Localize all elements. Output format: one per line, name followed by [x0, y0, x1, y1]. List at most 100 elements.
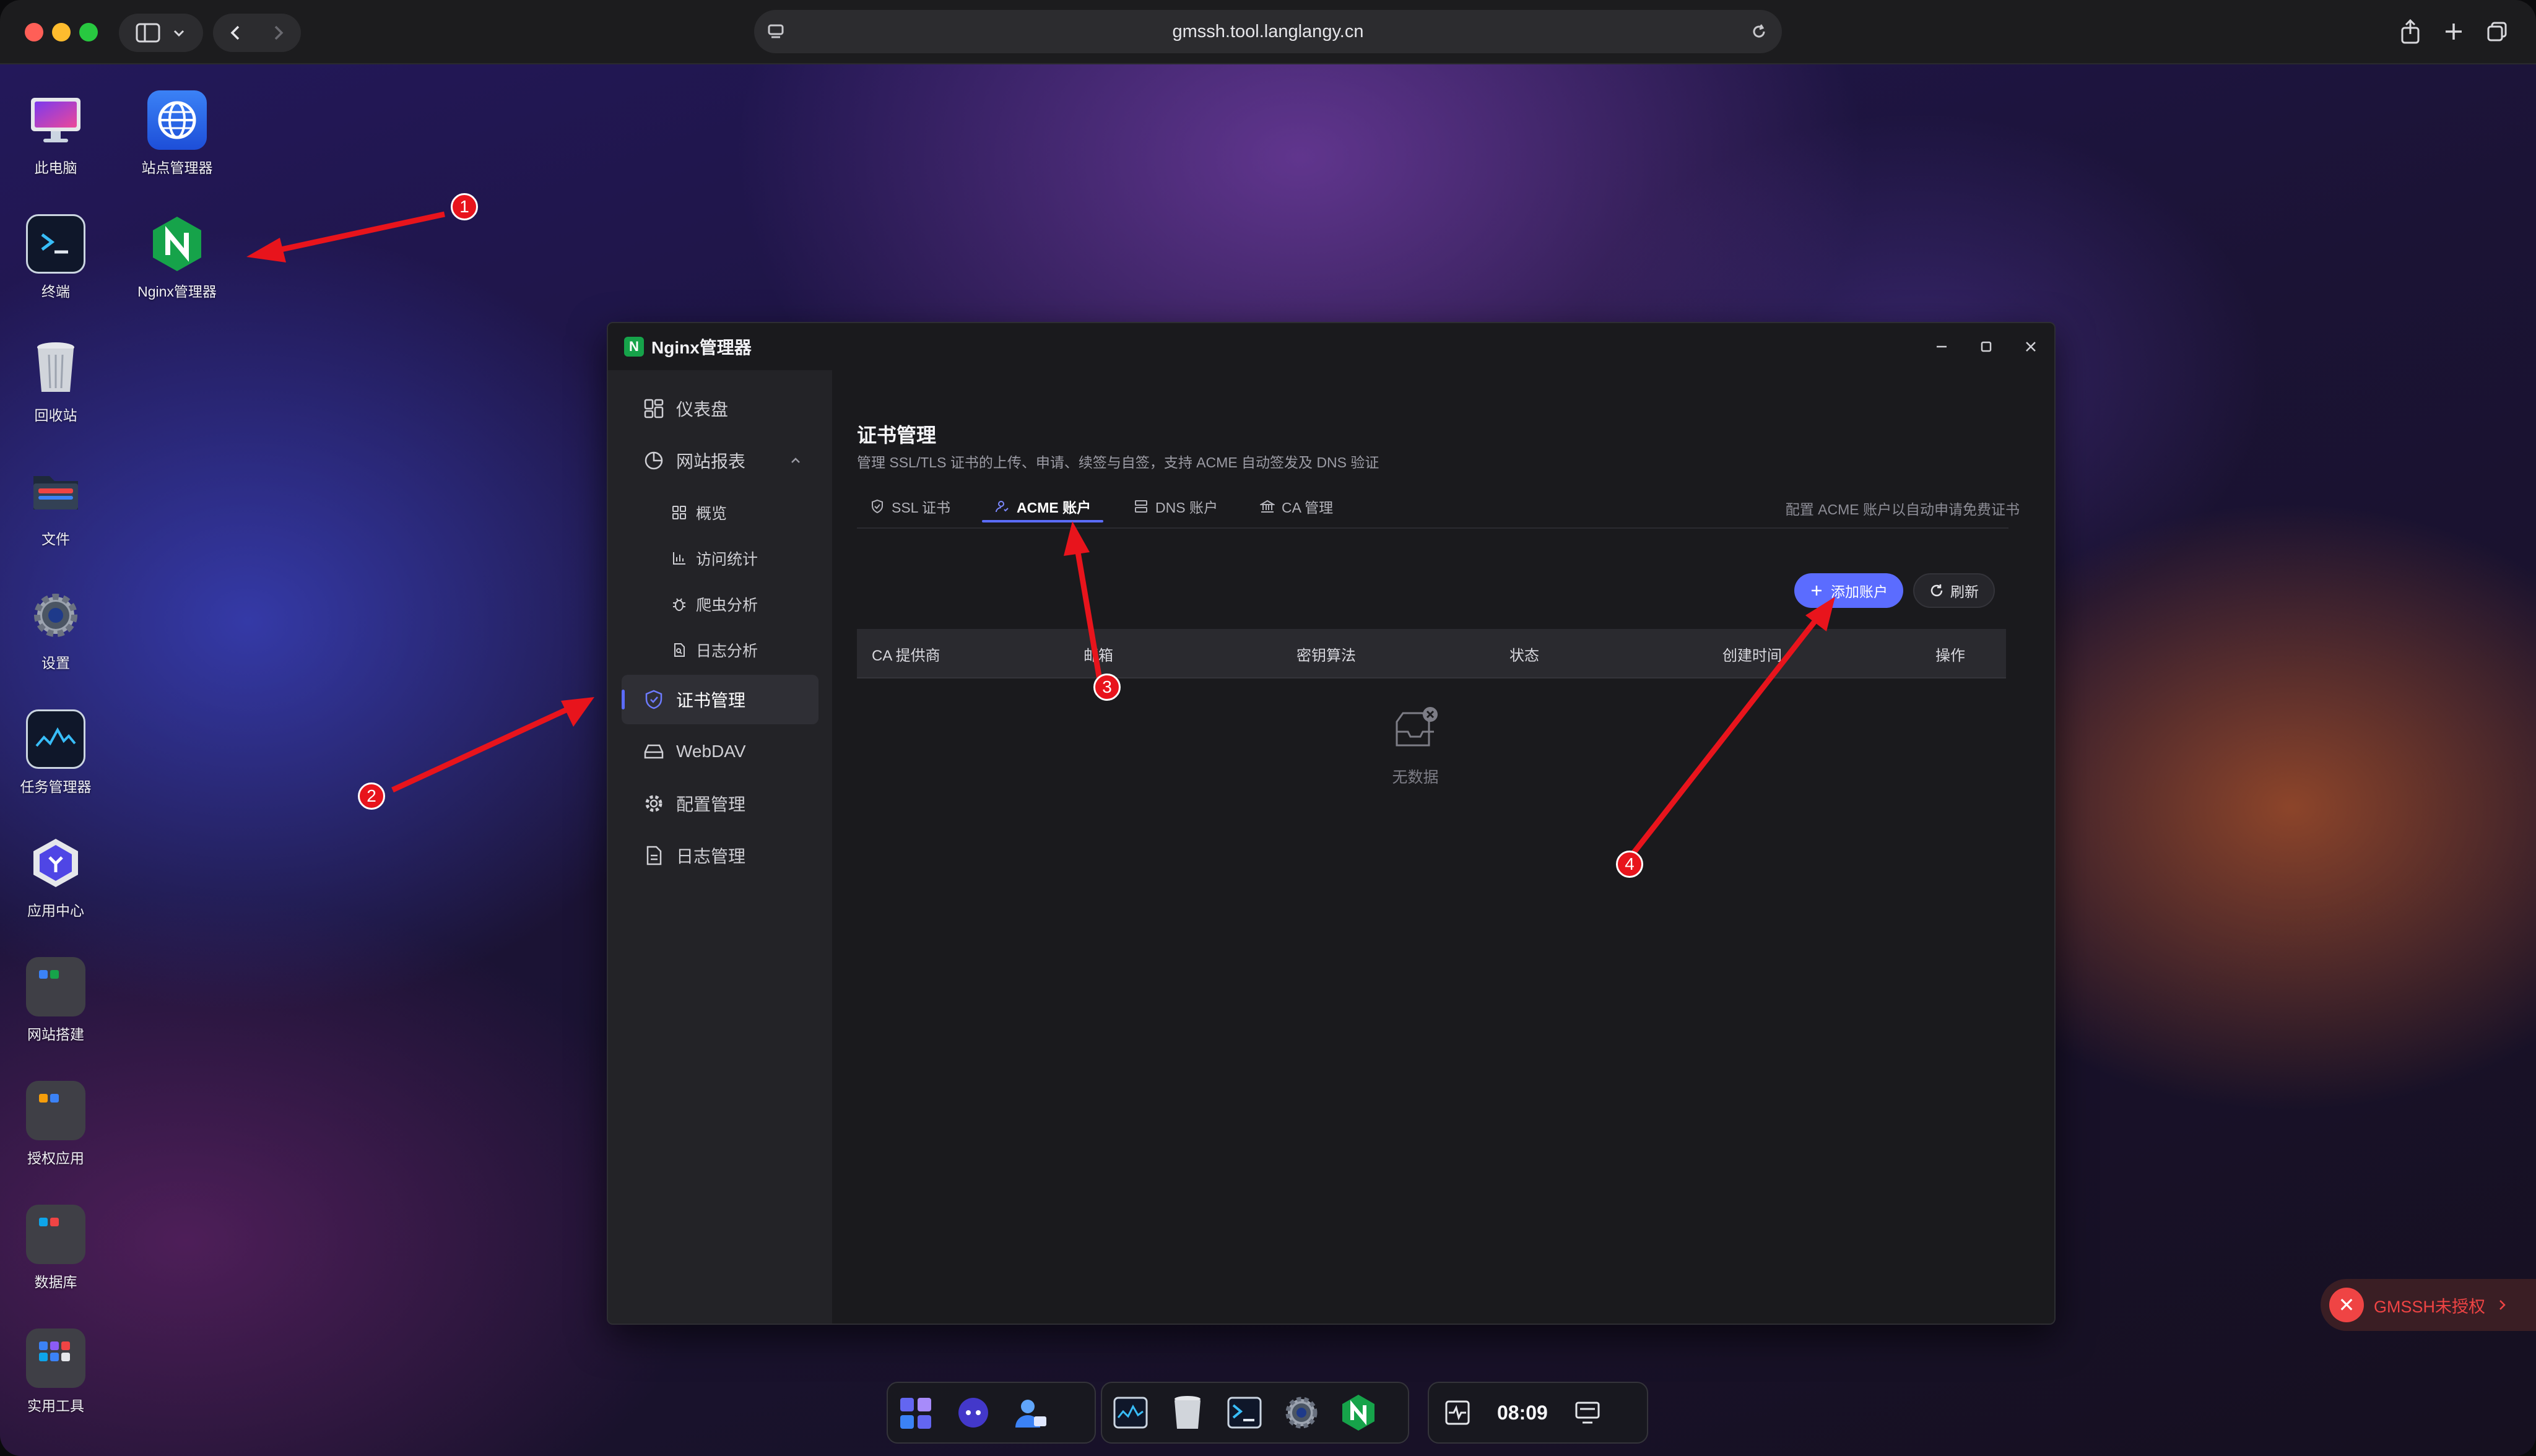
shield-icon: [641, 687, 666, 712]
desktop-icon-settings[interactable]: 设置: [0, 586, 111, 672]
sidebar-item-overview[interactable]: 概览: [622, 491, 819, 534]
shield-icon: [869, 498, 885, 514]
zoom-window-button[interactable]: [79, 23, 98, 41]
tab-ssl-certificates[interactable]: SSL 证书: [869, 485, 950, 527]
document-icon: [641, 843, 666, 868]
dock-user-management[interactable]: [1008, 1390, 1053, 1435]
sidebar-item-label: 爬虫分析: [696, 597, 758, 614]
sidebar-item-label: 仪表盘: [676, 400, 729, 419]
column-header-actions: 操作: [1935, 647, 1965, 664]
globe-icon: [147, 90, 207, 150]
maximize-button[interactable]: [1974, 334, 1999, 359]
window-titlebar[interactable]: N Nginx管理器: [608, 323, 2054, 370]
sidebar-item-label: 日志管理: [676, 847, 746, 866]
column-header-status[interactable]: 状态: [1509, 629, 1539, 678]
desktop-icon-label: 数据库: [34, 1274, 77, 1290]
desktop-icon-label: 网站搭建: [27, 1026, 84, 1042]
back-icon[interactable]: [227, 24, 245, 42]
app-center-icon: [26, 833, 85, 893]
sidebar-toggle-icon: [136, 23, 160, 43]
tab-label: DNS 账户: [1155, 500, 1218, 516]
desktop-icon-site-manager[interactable]: 站点管理器: [121, 90, 233, 177]
drive-icon: [641, 739, 666, 764]
tabs-overview-icon[interactable]: [2483, 17, 2511, 46]
add-account-button[interactable]: 添加账户: [1794, 573, 1903, 608]
column-header-ca-provider[interactable]: CA 提供商: [872, 629, 940, 678]
desktop-icon-trash[interactable]: 回收站: [0, 338, 111, 425]
share-icon[interactable]: [2396, 17, 2425, 46]
empty-text: 无数据: [1392, 769, 1439, 786]
trash-icon: [26, 338, 85, 397]
license-badge[interactable]: ✕ GMSSH未授权: [2321, 1279, 2536, 1331]
dock-display[interactable]: [1565, 1390, 1610, 1435]
tab-dns-accounts[interactable]: DNS 账户: [1133, 485, 1218, 527]
sidebar-item-dashboard[interactable]: 仪表盘: [622, 384, 819, 433]
desktop-folder-licensed-apps[interactable]: 授权应用: [0, 1081, 111, 1168]
display-icon: [1575, 1402, 1600, 1424]
dock-app-grid[interactable]: [894, 1390, 939, 1435]
dock-terminal[interactable]: [1222, 1390, 1267, 1435]
monitor-pulse-icon: [1445, 1400, 1470, 1425]
bank-icon: [1259, 498, 1275, 514]
dock-settings[interactable]: [1279, 1390, 1324, 1435]
dock-group-status: 08:09: [1428, 1382, 1648, 1444]
forward-icon[interactable]: [269, 24, 287, 42]
folder-group-icon: [26, 1205, 85, 1264]
tab-ca-management[interactable]: CA 管理: [1259, 485, 1333, 527]
refresh-button[interactable]: 刷新: [1913, 573, 1995, 608]
plus-icon: [1812, 586, 1822, 596]
empty-state: 无数据: [1353, 704, 1477, 787]
tab-label: ACME 账户: [1017, 500, 1092, 516]
dock-nginx-manager[interactable]: [1336, 1390, 1381, 1435]
desktop-icon-label: Nginx管理器: [137, 284, 217, 300]
page-title: 证书管理: [857, 424, 937, 446]
dock-monitor[interactable]: [1435, 1390, 1480, 1435]
column-header-key-algorithm[interactable]: 密钥算法: [1296, 629, 1356, 678]
sidebar-item-log-management[interactable]: 日志管理: [622, 831, 819, 880]
gear-icon: [1285, 1397, 1318, 1429]
dock-task-manager[interactable]: [1108, 1390, 1153, 1435]
table-header: CA 提供商 邮箱 密钥算法 状态 创建时间 操作: [857, 629, 2006, 678]
desktop-icon-label: 授权应用: [27, 1150, 84, 1166]
annotation-marker-4: 4: [1616, 851, 1643, 878]
sidebar-item-webdav[interactable]: WebDAV: [622, 727, 819, 776]
sidebar-item-access-stats[interactable]: 访问统计: [622, 537, 819, 580]
sidebar-item-certificates[interactable]: 证书管理: [622, 675, 819, 724]
page-settings-icon[interactable]: [766, 22, 785, 41]
bar-chart-icon: [670, 549, 688, 568]
desktop-icon-app-center[interactable]: 应用中心: [0, 833, 111, 920]
dock-assistant[interactable]: [951, 1390, 996, 1435]
sidebar-item-site-reports[interactable]: 网站报表: [622, 436, 819, 485]
desktop-icon-nginx[interactable]: Nginx管理器: [121, 214, 233, 301]
minimize-button[interactable]: [1929, 334, 1954, 359]
desktop-icon-files[interactable]: 文件: [0, 462, 111, 548]
minimize-window-button[interactable]: [52, 23, 71, 41]
sidebar-item-label: 证书管理: [676, 691, 746, 710]
desktop-icon-task-manager[interactable]: 任务管理器: [0, 709, 111, 796]
desktop-folder-database[interactable]: 数据库: [0, 1205, 111, 1291]
reload-icon[interactable]: [1750, 22, 1768, 41]
column-header-email[interactable]: 邮箱: [1083, 629, 1113, 678]
desktop-icon-terminal[interactable]: 终端: [0, 214, 111, 301]
sidebar-toggle-button[interactable]: [119, 14, 203, 52]
desktop-icon-label: 站点管理器: [141, 160, 213, 176]
new-tab-icon[interactable]: [2439, 17, 2468, 46]
dock-trash[interactable]: [1165, 1390, 1210, 1435]
close-window-button[interactable]: [25, 23, 43, 41]
active-indicator: [622, 690, 625, 709]
terminal-icon: [26, 214, 85, 274]
grid-icon: [670, 503, 688, 522]
sidebar-item-label: 日志分析: [696, 643, 758, 660]
desktop-folder-website-build[interactable]: 网站搭建: [0, 957, 111, 1044]
sidebar-item-log-analysis[interactable]: 日志分析: [622, 628, 819, 672]
sidebar-item-config-management[interactable]: 配置管理: [622, 779, 819, 828]
tab-acme-accounts[interactable]: ACME 账户: [982, 485, 1104, 527]
desktop-icon-computer[interactable]: 此电脑: [0, 90, 111, 177]
sidebar-item-crawler-analysis[interactable]: 爬虫分析: [622, 583, 819, 626]
desktop-folder-utilities[interactable]: 实用工具: [0, 1328, 111, 1415]
column-header-created-at[interactable]: 创建时间: [1722, 629, 1782, 678]
close-button[interactable]: [2018, 334, 2043, 359]
add-account-label: 添加账户: [1831, 584, 1888, 600]
address-bar[interactable]: gmssh.tool.langlangy.cn: [754, 10, 1782, 53]
folder-group-icon: [26, 957, 85, 1016]
